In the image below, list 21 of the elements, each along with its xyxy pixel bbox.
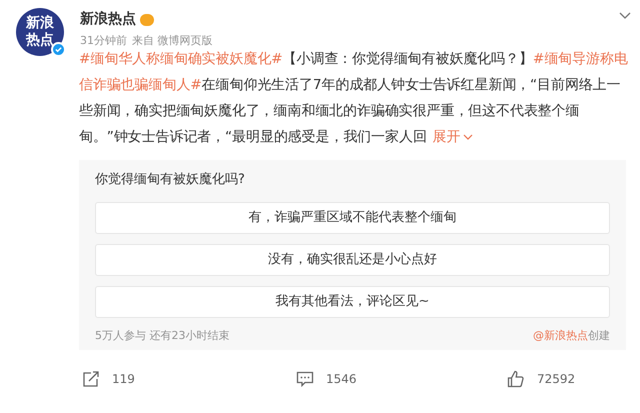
action-count[interactable]: 1546 <box>326 370 357 388</box>
action-count[interactable]: 72592 <box>537 370 576 388</box>
created-label: 创建 <box>588 328 610 344</box>
author-name[interactable]: 新浪热点 <box>80 9 136 30</box>
action-count[interactable]: 119 <box>112 370 135 388</box>
poll-question: 你觉得缅甸有被妖魔化吗? <box>95 171 246 189</box>
chevron-down-icon[interactable] <box>462 134 473 141</box>
poll-option[interactable]: 有，诈骗严重区域不能代表整个缅甸 <box>95 202 610 234</box>
post-time: 31分钟前 <box>80 33 127 49</box>
avatar[interactable]: 新浪 热点 <box>16 8 64 56</box>
poll-option[interactable]: 我有其他看法，评论区见~ <box>95 286 610 318</box>
poll-stats: 5万人参与 还有23小时结束 <box>95 328 230 344</box>
avatar-text: 新浪 <box>26 15 54 32</box>
thumbs-up-icon[interactable] <box>507 370 525 388</box>
poll-option[interactable]: 没有，确实很乱还是小心点好 <box>95 244 610 276</box>
post-source: 来自 微博网页版 <box>132 33 212 49</box>
post-text: #缅甸华人称缅甸确实被妖魔化#【小调查：你觉得缅甸有被妖魔化吗？】#缅甸导游称电信诈骗也骗缅甸人#在缅甸仰光生活了7年的成都人钟女士告诉红星新闻，“目前网络上一些新闻，确实把缅甸妖魔化了，缅南和缅北的诈骗确实很严重，但这不代表整个缅甸。”钟女士告诉记者，“最明显的感受是，我们一家人回 展开 <box>79 50 628 147</box>
chevron-down-icon[interactable] <box>619 12 631 20</box>
comment-icon[interactable] <box>296 370 314 388</box>
avatar-text: 热点 <box>26 32 54 49</box>
share-icon[interactable] <box>82 370 100 388</box>
